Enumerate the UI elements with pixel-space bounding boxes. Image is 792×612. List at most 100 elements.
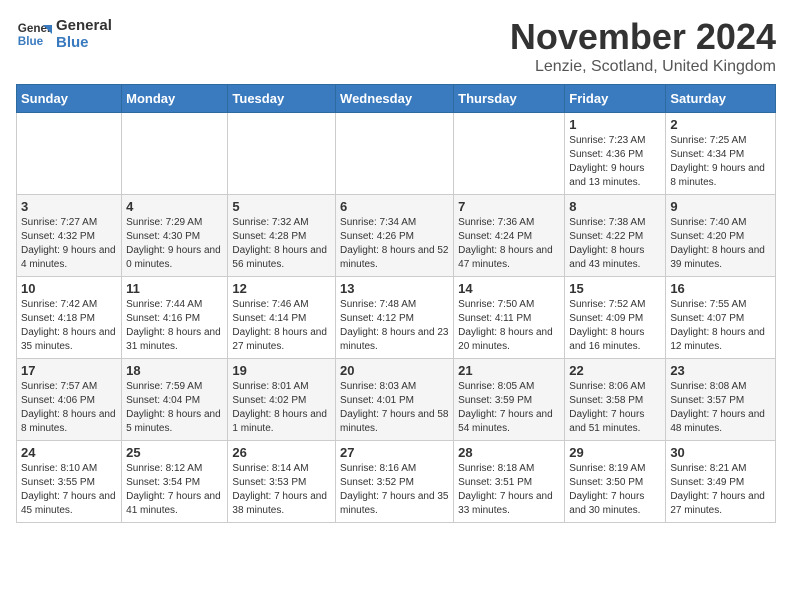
day-number: 1 [569,117,661,132]
day-number: 25 [126,445,223,460]
calendar-cell: 13Sunrise: 7:48 AM Sunset: 4:12 PM Dayli… [336,277,454,359]
header-cell-thursday: Thursday [454,85,565,113]
day-info: Sunrise: 7:34 AM Sunset: 4:26 PM Dayligh… [340,216,449,272]
calendar-cell [17,113,122,195]
day-number: 6 [340,199,449,214]
location-title: Lenzie, Scotland, United Kingdom [510,58,776,76]
calendar-cell: 3 Sunrise: 7:27 AM Sunset: 4:32 PM Daylig… [17,195,122,277]
calendar-cell: 23 Sunrise: 8:08 AM Sunset: 3:57 PM Dayli… [666,359,776,441]
calendar-cell: 11 Sunrise: 7:44 AM Sunset: 4:16 PM Dayli… [122,277,228,359]
calendar-cell: 1 Sunrise: 7:23 AM Sunset: 4:36 PM Daylig… [565,113,666,195]
day-number: 23 [670,363,771,378]
day-info: Sunrise: 8:03 AM Sunset: 4:01 PM Dayligh… [340,380,449,436]
day-info: Sunrise: 7:52 AM Sunset: 4:09 PM Dayligh… [569,298,661,354]
calendar-header-row: SundayMondayTuesdayWednesdayThursdayFrid… [17,85,776,113]
day-number: 21 [458,363,560,378]
calendar-cell [228,113,336,195]
day-number: 13 [340,281,449,296]
day-info: Sunrise: 7:55 AM Sunset: 4:07 PM Dayligh… [670,298,771,354]
calendar-cell: 15 Sunrise: 7:52 AM Sunset: 4:09 PM Dayli… [565,277,666,359]
day-number: 4 [126,199,223,214]
day-info: Sunrise: 7:50 AM Sunset: 4:11 PM Dayligh… [458,298,560,354]
calendar-cell: 8Sunrise: 7:38 AM Sunset: 4:22 PM Daylig… [565,195,666,277]
day-info: Sunrise: 8:14 AM Sunset: 3:53 PM Dayligh… [232,462,331,518]
day-info: Sunrise: 7:40 AM Sunset: 4:20 PM Dayligh… [670,216,771,272]
calendar-cell [336,113,454,195]
day-number: 11 [126,281,223,296]
day-info: Sunrise: 8:06 AM Sunset: 3:58 PM Dayligh… [569,380,661,436]
calendar-cell: 14 Sunrise: 7:50 AM Sunset: 4:11 PM Dayli… [454,277,565,359]
header-cell-sunday: Sunday [17,85,122,113]
calendar-cell: 12Sunrise: 7:46 AM Sunset: 4:14 PM Dayli… [228,277,336,359]
calendar-cell: 5 Sunrise: 7:32 AM Sunset: 4:28 PM Daylig… [228,195,336,277]
day-info: Sunrise: 8:05 AM Sunset: 3:59 PM Dayligh… [458,380,560,436]
calendar-cell: 29 Sunrise: 8:19 AM Sunset: 3:50 PM Dayli… [565,441,666,523]
day-number: 28 [458,445,560,460]
calendar-cell: 19Sunrise: 8:01 AM Sunset: 4:02 PM Dayli… [228,359,336,441]
logo: General Blue General Blue [16,16,112,52]
day-number: 22 [569,363,661,378]
calendar-cell: 24Sunrise: 8:10 AM Sunset: 3:55 PM Dayli… [17,441,122,523]
header-cell-monday: Monday [122,85,228,113]
day-number: 12 [232,281,331,296]
day-number: 26 [232,445,331,460]
calendar-cell: 4 Sunrise: 7:29 AM Sunset: 4:30 PM Daylig… [122,195,228,277]
calendar-cell: 7 Sunrise: 7:36 AM Sunset: 4:24 PM Daylig… [454,195,565,277]
day-info: Sunrise: 7:25 AM Sunset: 4:34 PM Dayligh… [670,134,771,190]
day-number: 17 [21,363,117,378]
calendar-cell: 27 Sunrise: 8:16 AM Sunset: 3:52 PM Dayli… [336,441,454,523]
day-info: Sunrise: 7:32 AM Sunset: 4:28 PM Dayligh… [232,216,331,272]
logo-line1: General [56,17,112,34]
calendar-cell: 22 Sunrise: 8:06 AM Sunset: 3:58 PM Dayli… [565,359,666,441]
calendar-cell: 20 Sunrise: 8:03 AM Sunset: 4:01 PM Dayli… [336,359,454,441]
day-number: 20 [340,363,449,378]
header-cell-friday: Friday [565,85,666,113]
day-info: Sunrise: 7:59 AM Sunset: 4:04 PM Dayligh… [126,380,223,436]
day-info: Sunrise: 7:42 AM Sunset: 4:18 PM Dayligh… [21,298,117,354]
calendar-cell [122,113,228,195]
day-info: Sunrise: 8:16 AM Sunset: 3:52 PM Dayligh… [340,462,449,518]
calendar-cell: 21 Sunrise: 8:05 AM Sunset: 3:59 PM Dayli… [454,359,565,441]
day-info: Sunrise: 7:23 AM Sunset: 4:36 PM Dayligh… [569,134,661,190]
day-number: 9 [670,199,771,214]
calendar-body: 1 Sunrise: 7:23 AM Sunset: 4:36 PM Daylig… [17,113,776,523]
day-number: 2 [670,117,771,132]
calendar-cell: 25Sunrise: 8:12 AM Sunset: 3:54 PM Dayli… [122,441,228,523]
calendar-week-row: 24Sunrise: 8:10 AM Sunset: 3:55 PM Dayli… [17,441,776,523]
header-cell-tuesday: Tuesday [228,85,336,113]
calendar-cell: 10Sunrise: 7:42 AM Sunset: 4:18 PM Dayli… [17,277,122,359]
calendar-cell: 9 Sunrise: 7:40 AM Sunset: 4:20 PM Daylig… [666,195,776,277]
day-number: 7 [458,199,560,214]
day-info: Sunrise: 8:19 AM Sunset: 3:50 PM Dayligh… [569,462,661,518]
day-number: 15 [569,281,661,296]
day-number: 14 [458,281,560,296]
day-number: 16 [670,281,771,296]
calendar-cell: 17 Sunrise: 7:57 AM Sunset: 4:06 PM Dayli… [17,359,122,441]
calendar-week-row: 1 Sunrise: 7:23 AM Sunset: 4:36 PM Daylig… [17,113,776,195]
calendar-cell: 16 Sunrise: 7:55 AM Sunset: 4:07 PM Dayli… [666,277,776,359]
day-info: Sunrise: 7:29 AM Sunset: 4:30 PM Dayligh… [126,216,223,272]
day-number: 3 [21,199,117,214]
day-info: Sunrise: 7:44 AM Sunset: 4:16 PM Dayligh… [126,298,223,354]
day-info: Sunrise: 8:08 AM Sunset: 3:57 PM Dayligh… [670,380,771,436]
day-number: 24 [21,445,117,460]
logo-line2: Blue [56,34,112,51]
svg-text:Blue: Blue [18,35,44,48]
calendar-week-row: 10Sunrise: 7:42 AM Sunset: 4:18 PM Dayli… [17,277,776,359]
day-number: 5 [232,199,331,214]
logo-icon: General Blue [16,16,52,52]
month-title: November 2024 [510,16,776,58]
day-info: Sunrise: 7:27 AM Sunset: 4:32 PM Dayligh… [21,216,117,272]
calendar-cell: 2 Sunrise: 7:25 AM Sunset: 4:34 PM Daylig… [666,113,776,195]
day-info: Sunrise: 7:57 AM Sunset: 4:06 PM Dayligh… [21,380,117,436]
day-number: 18 [126,363,223,378]
day-number: 27 [340,445,449,460]
day-number: 19 [232,363,331,378]
title-area: November 2024 Lenzie, Scotland, United K… [510,16,776,76]
day-info: Sunrise: 8:18 AM Sunset: 3:51 PM Dayligh… [458,462,560,518]
day-number: 29 [569,445,661,460]
header-cell-saturday: Saturday [666,85,776,113]
calendar-cell: 26 Sunrise: 8:14 AM Sunset: 3:53 PM Dayli… [228,441,336,523]
day-info: Sunrise: 7:36 AM Sunset: 4:24 PM Dayligh… [458,216,560,272]
day-info: Sunrise: 7:38 AM Sunset: 4:22 PM Dayligh… [569,216,661,272]
